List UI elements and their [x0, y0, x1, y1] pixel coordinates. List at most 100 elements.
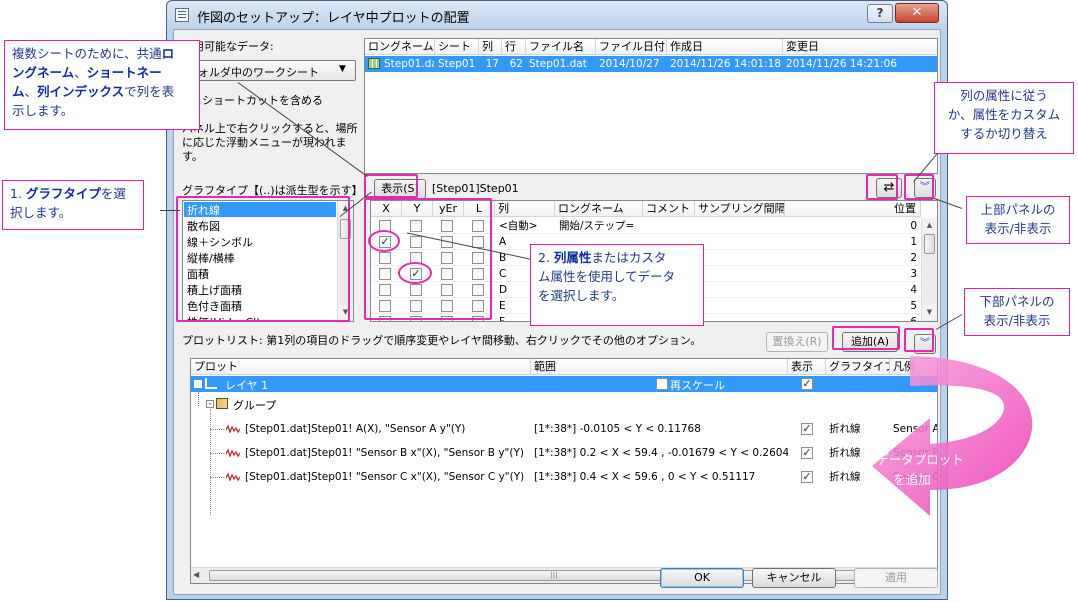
replace-button[interactable]: 置換え(R)	[766, 332, 828, 352]
cell-filename: Step01.dat	[529, 58, 587, 70]
plot-list-label: プロットリスト: 第1列の項目のドラッグで順序変更やレイヤ間移動、右クリックでそ…	[182, 334, 702, 347]
app-icon	[175, 8, 189, 22]
line-plot-icon	[226, 472, 240, 482]
header-sampling[interactable]: サンプリング間隔	[695, 201, 785, 217]
close-button[interactable]: ✕	[895, 3, 939, 23]
header-range[interactable]: 範囲	[531, 359, 788, 375]
scroll-left-icon[interactable]: ◀	[193, 570, 199, 579]
cell-rows: 62	[509, 58, 523, 70]
callout-text: ロ	[161, 46, 175, 61]
layer-row[interactable]	[191, 376, 937, 392]
callout-column-attribute: 2. 列属性またはカスタ ム属性を使用してデータ を選択します。	[530, 244, 704, 326]
header-comment[interactable]: コメント	[643, 201, 695, 217]
cell-filedate: 2014/10/27	[599, 58, 660, 70]
scroll-up-icon[interactable]: ▲	[922, 218, 937, 233]
header-longname[interactable]: ロングネーム	[365, 39, 435, 55]
cell-position: 2	[910, 252, 917, 264]
callout-text: 列インデックス	[37, 84, 125, 99]
cancel-button[interactable]: キャンセル	[752, 568, 836, 588]
highlight-show-button	[364, 174, 418, 198]
header-plot[interactable]: プロット	[191, 359, 531, 375]
callout-text: を追加	[893, 472, 931, 487]
highlight-swap-button	[866, 174, 898, 200]
header-position[interactable]: 位置	[785, 201, 921, 217]
sheet-reference: [Step01]Step01	[432, 182, 519, 195]
cell-position: 5	[910, 300, 917, 312]
scroll-thumb[interactable]	[924, 234, 935, 254]
cell-longname: Step01.dat	[384, 58, 434, 70]
help-button[interactable]: ?	[867, 4, 893, 23]
header-show[interactable]: 表示	[788, 359, 826, 375]
title-bar[interactable]: 作図のセットアップ：レイヤ中プロットの配置 ? ✕	[167, 1, 947, 29]
plot-range: [1*:38*] -0.0105 < Y < 0.11768	[534, 423, 701, 435]
callout-text: 、	[74, 65, 87, 80]
data-source-dropdown[interactable]: フォルダ中のワークシート ▼	[182, 60, 356, 81]
callout-shared-columns: 複数シートのために、共通ロ ングネーム、ショートネー ム、列インデックスで列を表 示し…	[4, 40, 200, 130]
group-label: グループ	[233, 399, 277, 412]
callout-text: 示します。	[12, 103, 74, 118]
plot-show-checkbox[interactable]: ✓	[801, 447, 813, 459]
tree-connector	[210, 477, 224, 478]
plot-name: [Step01.dat]Step01! "Sensor B x"(X), "Se…	[245, 447, 524, 459]
plot-list-panel[interactable]: プロット 範囲 表示 グラフタイプ 凡例 レイヤ 1 再スケール ✓ - グルー…	[190, 358, 938, 584]
highlight-xy-columns	[364, 198, 492, 320]
plot-name: [Step01.dat]Step01! A(X), "Sensor A y"(Y…	[245, 423, 466, 435]
worksheet-icon	[368, 58, 380, 69]
callout-text: 列の属性に従う	[960, 88, 1048, 103]
callout-text: グラフタイプ	[25, 186, 101, 201]
worksheet-table[interactable]: ロングネーム シート 列 行 ファイル名 ファイル日付 作成日 変更日 Step…	[364, 38, 938, 174]
callout-text: ングネーム	[12, 65, 75, 80]
plot-show-checkbox[interactable]: ✓	[801, 423, 813, 435]
cell-created: 2014/11/26 14:01:18	[670, 58, 782, 70]
header-created[interactable]: 作成日	[667, 39, 783, 55]
header-filedate[interactable]: ファイル日付	[596, 39, 667, 55]
cell-modified: 2014/11/26 14:21:06	[786, 58, 898, 70]
layer-show-checkbox[interactable]: ✓	[801, 378, 813, 390]
collapse-icon[interactable]	[194, 380, 202, 388]
rescale-label: 再スケール	[670, 379, 725, 392]
header-longname[interactable]: ロングネーム	[555, 201, 643, 217]
plot-range: [1*:38*] 0.2 < X < 59.4 , -0.01679 < Y <…	[534, 447, 788, 459]
callout-text: 表示/非表示	[984, 221, 1052, 236]
tree-connector	[210, 409, 211, 515]
header-sheet[interactable]: シート	[435, 39, 479, 55]
plot-name: [Step01.dat]Step01! "Sensor C x"(X), "Se…	[245, 471, 525, 483]
apply-button[interactable]: 適用	[854, 568, 938, 588]
callout-text: 3. データプロット	[860, 452, 964, 467]
callout-add-plot: 3. データプロット を追加	[852, 450, 972, 490]
highlight-y-check	[398, 262, 432, 284]
layer-label: レイヤ 1	[225, 379, 269, 392]
connector-line	[160, 210, 180, 211]
column-table-scrollbar[interactable]: ▲ ▼	[921, 218, 937, 321]
callout-text: を選択します。	[538, 288, 625, 303]
callout-toggle-attribute: 列の属性に従う か、属性をカスタム するか切り替え	[934, 82, 1074, 154]
table-row[interactable]: Step01.dat Step01 17 62 Step01.dat 2014/…	[365, 56, 937, 72]
header-rows[interactable]: 行	[502, 39, 526, 55]
callout-text: を選	[100, 186, 126, 201]
callout-text: 、	[24, 84, 38, 99]
hint-text: パネル上で右クリックすると、場所に応じた浮動メニューが現われます。	[182, 122, 358, 163]
scroll-down-icon[interactable]: ▼	[922, 305, 937, 320]
header-filename[interactable]: ファイル名	[526, 39, 596, 55]
ok-button[interactable]: OK	[660, 568, 744, 588]
plot-show-checkbox[interactable]: ✓	[801, 471, 813, 483]
callout-text: 列属性	[553, 250, 592, 265]
cell-longname: 開始/ステップ=	[559, 220, 635, 232]
collapse-icon[interactable]: -	[206, 400, 214, 408]
window-title: 作図のセットアップ：レイヤ中プロットの配置	[197, 11, 470, 26]
callout-text: 表示/非表示	[983, 313, 1051, 328]
callout-text: 2.	[538, 250, 554, 265]
highlight-graph-type-list	[176, 196, 350, 322]
callout-text: で列を表	[124, 84, 175, 99]
callout-lower-panel: 下部パネルの 表示/非表示	[964, 288, 1070, 336]
header-modified[interactable]: 変更日	[783, 39, 937, 55]
cell-position: 4	[910, 284, 917, 296]
cell-position: 0	[910, 220, 917, 232]
cell-position: 3	[910, 268, 917, 280]
cell-columns: 17	[485, 58, 499, 70]
header-columns[interactable]: 列	[479, 39, 502, 55]
tree-connector	[210, 453, 224, 454]
rescale-checkbox[interactable]	[656, 378, 668, 390]
tree-connector	[198, 392, 199, 406]
header-column[interactable]: 列	[495, 201, 555, 217]
